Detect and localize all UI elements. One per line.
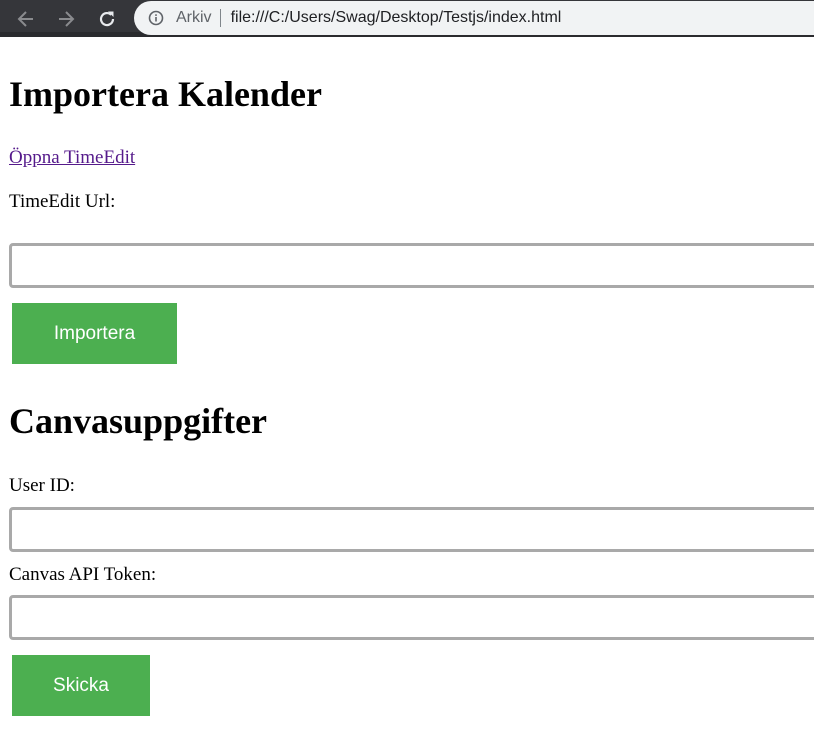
url-separator (219, 9, 221, 27)
timeedit-url-input[interactable] (9, 243, 814, 288)
import-button[interactable]: Importera (12, 303, 177, 364)
user-id-input[interactable] (9, 507, 814, 552)
timeedit-url-label: TimeEdit Url: (9, 191, 116, 212)
forward-arrow-icon[interactable] (53, 6, 79, 32)
security-label: Arkiv (176, 9, 212, 26)
send-button[interactable]: Skicka (12, 655, 150, 716)
reload-icon[interactable] (94, 6, 120, 32)
address-bar[interactable]: Arkiv file:///C:/Users/Swag/Desktop/Test… (134, 1, 814, 35)
browser-toolbar: Arkiv file:///C:/Users/Swag/Desktop/Test… (0, 0, 814, 37)
url-text[interactable]: file:///C:/Users/Swag/Desktop/Testjs/ind… (231, 9, 562, 27)
info-icon[interactable] (148, 10, 164, 26)
import-title: Importera Kalender (9, 74, 322, 114)
canvas-title: Canvasuppgifter (9, 401, 268, 441)
api-token-input[interactable] (9, 595, 814, 640)
open-timeedit-link[interactable]: Öppna TimeEdit (9, 147, 135, 169)
back-arrow-icon[interactable] (13, 6, 39, 32)
user-id-label: User ID: (9, 475, 75, 496)
api-token-label: Canvas API Token: (9, 564, 157, 585)
